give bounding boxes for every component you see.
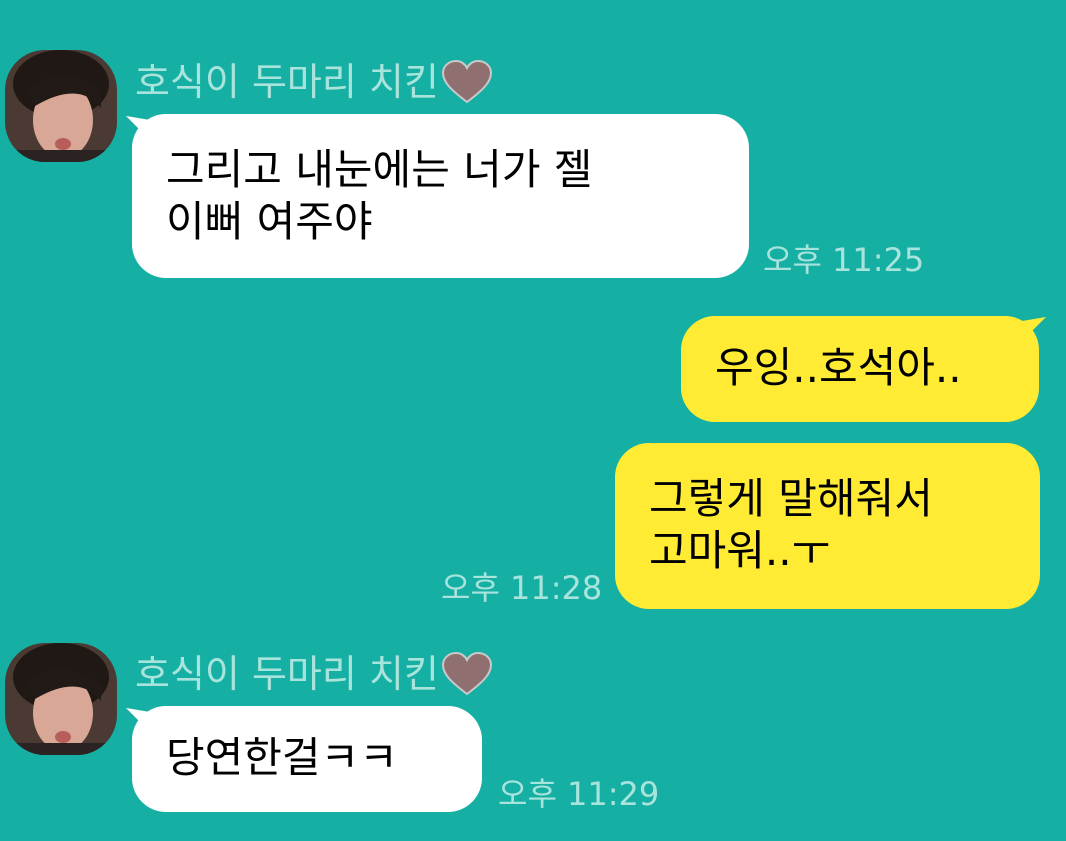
sender-name-text: 호식이 두마리 치킨 [135,652,439,696]
message-text: 그리고 내눈에는 너가 젤 [166,145,593,194]
sender-name: 호식이 두마리 치킨 [135,652,493,696]
message-text: 그렇게 말해줘서 [649,474,933,523]
heart-icon [441,652,492,696]
message-bubble-outgoing[interactable]: 우잉..호석아.. [681,316,1039,422]
message-bubble-incoming[interactable]: 당연한걸ㅋㅋ [132,706,482,812]
sender-name: 호식이 두마리 치킨 [135,60,493,104]
sender-avatar[interactable] [5,50,117,162]
message-bubble-incoming[interactable]: 그리고 내눈에는 너가 젤 이뻐 여주야 [132,114,749,278]
heart-icon [441,60,492,104]
message-timestamp: 오후 11:25 [763,241,925,279]
message-text: 우잉..호석아.. [715,343,962,392]
message-text: 당연한걸ㅋㅋ [166,733,398,782]
bubble-tail [1022,317,1046,341]
profile-photo [5,643,117,755]
message-text: 이뻐 여주야 [166,197,373,246]
sender-name-text: 호식이 두마리 치킨 [135,60,439,104]
sender-avatar[interactable] [5,643,117,755]
message-timestamp: 오후 11:29 [498,775,660,813]
message-bubble-outgoing[interactable]: 그렇게 말해줘서 고마워..ㅜ [615,443,1040,609]
message-timestamp: 오후 11:28 [441,569,603,607]
profile-photo [5,50,117,162]
message-text: 고마워..ㅜ [649,526,831,575]
